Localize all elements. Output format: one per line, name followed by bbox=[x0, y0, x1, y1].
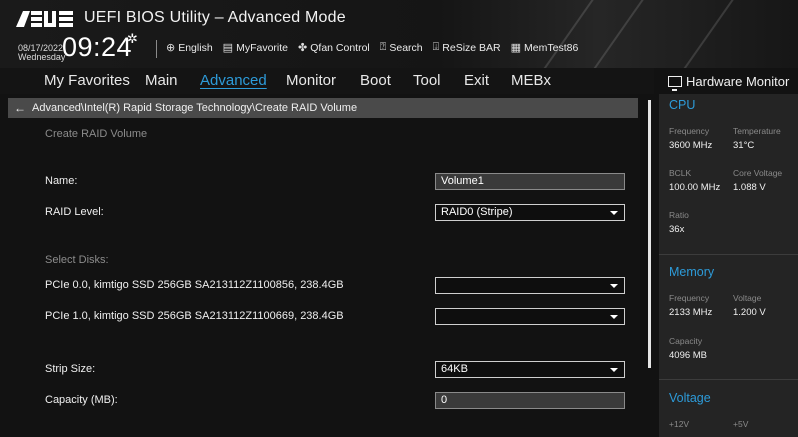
hardware-monitor-title: Hardware Monitor bbox=[686, 73, 790, 89]
asus-logo bbox=[16, 11, 73, 27]
monitor-icon bbox=[668, 75, 682, 91]
strip-size-label: Strip Size: bbox=[45, 363, 96, 375]
back-arrow-icon[interactable]: ← bbox=[14, 101, 26, 115]
settings-panel: Create RAID Volume Name: Volume1 RAID Le… bbox=[8, 118, 638, 437]
favorite-icon: ▤ bbox=[222, 42, 234, 54]
strip-size-select[interactable]: 64KB bbox=[435, 361, 625, 378]
main-nav: My Favorites Main Advanced Monitor Boot … bbox=[0, 68, 654, 94]
date-display: 08/17/2022 Wednesday bbox=[18, 44, 65, 62]
core-voltage-value: 1.088 V bbox=[733, 182, 766, 193]
disk-1-select[interactable] bbox=[435, 308, 625, 325]
qfan-label: Qfan Control bbox=[310, 41, 370, 54]
resize-bar-button[interactable]: ⍗ ReSize BAR bbox=[433, 41, 501, 54]
ratio-label: Ratio bbox=[669, 210, 689, 220]
memory-voltage-label: Voltage bbox=[733, 293, 762, 303]
time-display: 09:24 bbox=[62, 32, 133, 62]
section-divider bbox=[659, 379, 798, 380]
memory-frequency-label: Frequency bbox=[669, 293, 710, 303]
header-decoration bbox=[662, 0, 740, 68]
tab-mebx[interactable]: MEBx bbox=[511, 72, 551, 89]
v12-label: +12V bbox=[669, 419, 690, 429]
tab-advanced[interactable]: Advanced bbox=[200, 72, 267, 89]
hardware-monitor-panel: CPU Frequency 3600 MHz Temperature 31°C … bbox=[659, 94, 798, 437]
memory-capacity-value: 4096 MB bbox=[669, 350, 708, 361]
cpu-temperature-value: 31°C bbox=[733, 140, 755, 151]
toolbar-divider bbox=[156, 40, 157, 58]
toolbar: ⊕ English ▤ MyFavorite ✤ Qfan Control ⍰ … bbox=[166, 41, 578, 54]
bclk-value: 100.00 MHz bbox=[669, 182, 721, 193]
search-button[interactable]: ⍰ Search bbox=[380, 41, 423, 54]
myfavorite-button[interactable]: ▤ MyFavorite bbox=[222, 41, 289, 55]
section-divider bbox=[659, 254, 798, 255]
search-label: Search bbox=[389, 41, 423, 54]
capacity-label: Capacity (MB): bbox=[45, 394, 118, 406]
weekday-text: Wednesday bbox=[18, 52, 66, 62]
disk-0-select[interactable] bbox=[435, 277, 625, 294]
resize-bar-icon: ⍗ bbox=[432, 41, 440, 53]
resize-bar-label: ReSize BAR bbox=[442, 41, 501, 54]
qfan-control-button[interactable]: ✤ Qfan Control bbox=[298, 41, 370, 55]
disk-label: PCIe 0.0, kimtigo SSD 256GB SA213112Z110… bbox=[45, 279, 344, 291]
cpu-frequency-label: Frequency bbox=[669, 126, 710, 136]
memory-capacity-label: Capacity bbox=[669, 336, 703, 346]
myfavorite-label: MyFavorite bbox=[236, 41, 289, 54]
memtest-label: MemTest86 bbox=[524, 41, 579, 54]
memory-section-title: Memory bbox=[669, 265, 715, 279]
chevron-down-icon bbox=[610, 368, 618, 372]
chevron-down-icon bbox=[610, 284, 618, 288]
raid-level-value: RAID0 (Stripe) bbox=[441, 206, 513, 218]
tab-exit[interactable]: Exit bbox=[464, 72, 489, 89]
cpu-section-title: CPU bbox=[669, 98, 696, 112]
memtest-button[interactable]: ▦ MemTest86 bbox=[510, 41, 579, 55]
capacity-field[interactable]: 0 bbox=[435, 392, 625, 409]
disk-label: PCIe 1.0, kimtigo SSD 256GB SA213112Z110… bbox=[45, 310, 344, 322]
v5-label: +5V bbox=[733, 419, 749, 429]
language-label: English bbox=[178, 41, 213, 54]
header-bar: UEFI BIOS Utility – Advanced Mode 08/17/… bbox=[0, 0, 798, 68]
chevron-down-icon bbox=[610, 315, 618, 319]
core-voltage-label: Core Voltage bbox=[733, 168, 783, 178]
fan-icon: ✤ bbox=[298, 42, 308, 54]
raid-level-label: RAID Level: bbox=[45, 206, 104, 218]
search-icon: ⍰ bbox=[379, 41, 387, 53]
gear-icon[interactable]: ✲ bbox=[127, 31, 138, 47]
tab-main[interactable]: Main bbox=[145, 72, 178, 89]
breadcrumb: ← Advanced\Intel(R) Rapid Storage Techno… bbox=[8, 98, 638, 118]
chevron-down-icon bbox=[610, 211, 618, 215]
memory-frequency-value: 2133 MHz bbox=[669, 307, 713, 318]
scrollbar[interactable] bbox=[648, 100, 651, 368]
language-button[interactable]: ⊕ English bbox=[166, 41, 213, 55]
tab-monitor[interactable]: Monitor bbox=[286, 72, 336, 89]
section-title: Create RAID Volume bbox=[45, 128, 148, 140]
volume-name-field[interactable]: Volume1 bbox=[435, 173, 625, 190]
header-decoration bbox=[522, 0, 600, 68]
strip-size-value: 64KB bbox=[441, 363, 468, 375]
globe-icon: ⊕ bbox=[166, 42, 176, 54]
ratio-value: 36x bbox=[669, 224, 685, 235]
tab-tool[interactable]: Tool bbox=[413, 72, 441, 89]
bclk-label: BCLK bbox=[669, 168, 692, 178]
raid-level-select[interactable]: RAID0 (Stripe) bbox=[435, 204, 625, 221]
memtest-icon: ▦ bbox=[510, 42, 522, 54]
app-title: UEFI BIOS Utility – Advanced Mode bbox=[84, 9, 346, 26]
memory-voltage-value: 1.200 V bbox=[733, 307, 766, 318]
breadcrumb-path: Advanced\Intel(R) Rapid Storage Technolo… bbox=[32, 102, 358, 114]
hardware-monitor-header: Hardware Monitor bbox=[659, 68, 798, 94]
cpu-temperature-label: Temperature bbox=[733, 126, 781, 136]
name-label: Name: bbox=[45, 175, 78, 187]
tab-my-favorites[interactable]: My Favorites bbox=[44, 72, 130, 89]
cpu-frequency-value: 3600 MHz bbox=[669, 140, 713, 151]
select-disks-label: Select Disks: bbox=[45, 254, 109, 266]
tab-boot[interactable]: Boot bbox=[360, 72, 391, 89]
voltage-section-title: Voltage bbox=[669, 391, 711, 405]
